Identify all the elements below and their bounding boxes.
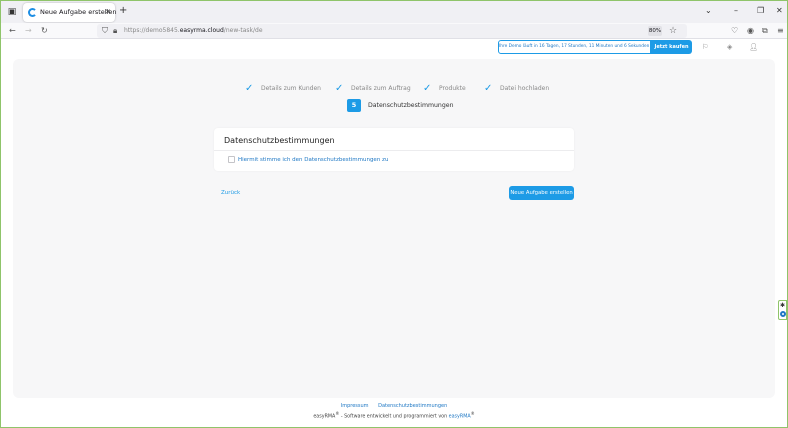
check-icon: ✓	[335, 83, 344, 94]
tab-active[interactable]: Neue Aufgabe erstellen ✕	[23, 3, 117, 22]
current-step-label: Datenschutzbestimmungen	[368, 102, 454, 109]
account-icon[interactable]: ◉	[747, 25, 754, 36]
credit-text: - Software entwickelt und programmiert v…	[339, 414, 449, 420]
divider	[214, 150, 574, 151]
step-label: Details zum Kunden	[261, 85, 321, 92]
gear-icon[interactable]: ✱	[780, 302, 785, 310]
tab-list-icon[interactable]: ▣	[6, 6, 18, 18]
app-header: Ihre Demo läuft in 16 Tagen, 17 Stunden,…	[1, 39, 787, 55]
page-content: ✓ Details zum Kunden ✓ Details zum Auftr…	[1, 55, 787, 427]
step-label: Produkte	[439, 85, 466, 92]
pocket-icon[interactable]: ♡	[731, 25, 738, 36]
back-link[interactable]: Zurück	[221, 189, 240, 197]
check-icon: ✓	[245, 83, 254, 94]
favicon-icon	[28, 8, 37, 17]
step-label: Datei hochladen	[500, 85, 550, 92]
browser-window: ▣ Neue Aufgabe erstellen ✕ + ⌄ – ❐ ✕ ← →…	[0, 0, 788, 428]
footer-links: Impressum Datenschutzbestimmungen	[1, 403, 787, 410]
back-arrow-icon[interactable]: ←	[9, 25, 16, 36]
language-icon[interactable]: ◈	[727, 42, 732, 52]
bookmark-star-icon[interactable]: ☆	[669, 25, 677, 37]
current-step-number: 5	[347, 99, 361, 112]
privacy-link[interactable]: Datenschutzbestimmungen	[378, 403, 447, 409]
url-bar[interactable]: ⛉ 🔒︎ https://demo5845.easyrma.cloud/new-…	[97, 24, 687, 38]
privacy-consent-checkbox[interactable]	[228, 156, 235, 163]
zoom-level[interactable]: 80%	[648, 26, 662, 36]
url-text[interactable]: https://demo5845.easyrma.cloud/new-task/…	[124, 26, 263, 36]
privacy-consent-label[interactable]: Hiermit stimme ich den Datenschutzbestim…	[238, 156, 388, 164]
help-circle-icon[interactable]	[780, 311, 786, 317]
forward-arrow-icon[interactable]: →	[25, 25, 32, 36]
step-label: Details zum Auftrag	[351, 85, 411, 92]
credit-link[interactable]: easyRMA	[449, 415, 471, 420]
registered-mark: ®	[470, 411, 475, 416]
buy-now-button[interactable]: Jetzt kaufen	[651, 40, 692, 54]
menu-icon[interactable]: ≡	[777, 25, 784, 36]
tab-close-icon[interactable]: ✕	[105, 7, 111, 17]
tab-strip: ▣ Neue Aufgabe erstellen ✕ + ⌄ – ❐ ✕	[1, 1, 787, 23]
wizard-panel: ✓ Details zum Kunden ✓ Details zum Auftr…	[13, 59, 775, 398]
restore-icon[interactable]: ❐	[757, 6, 764, 16]
side-widget[interactable]: ✱	[778, 300, 787, 320]
flag-icon[interactable]: ⚐	[702, 42, 708, 52]
user-icon[interactable]: 👤︎	[749, 42, 758, 52]
navigation-bar: ← → ↻ ⛉ 🔒︎ https://demo5845.easyrma.clou…	[1, 23, 787, 39]
check-icon: ✓	[484, 83, 493, 94]
shield-icon[interactable]: ⛉	[102, 25, 108, 36]
new-tab-icon[interactable]: +	[119, 5, 127, 17]
check-icon: ✓	[423, 83, 432, 94]
minimize-icon[interactable]: –	[734, 6, 738, 16]
footer-credit: easyRMA® - Software entwickelt und progr…	[1, 410, 787, 421]
credit-brand: easyRMA	[313, 414, 336, 420]
demo-countdown-banner: Ihre Demo läuft in 16 Tagen, 17 Stunden,…	[498, 40, 651, 54]
window-close-icon[interactable]: ✕	[776, 6, 783, 16]
imprint-link[interactable]: Impressum	[341, 403, 369, 409]
privacy-card: Datenschutzbestimmungen Hiermit stimme i…	[214, 128, 574, 171]
extensions-icon[interactable]: ⧉	[762, 25, 768, 36]
card-title: Datenschutzbestimmungen	[224, 136, 335, 145]
reload-icon[interactable]: ↻	[41, 25, 48, 36]
chevron-down-icon[interactable]: ⌄	[705, 6, 712, 16]
create-task-button[interactable]: Neue Aufgabe erstellen	[509, 186, 574, 200]
lock-icon[interactable]: 🔒︎	[113, 25, 117, 36]
